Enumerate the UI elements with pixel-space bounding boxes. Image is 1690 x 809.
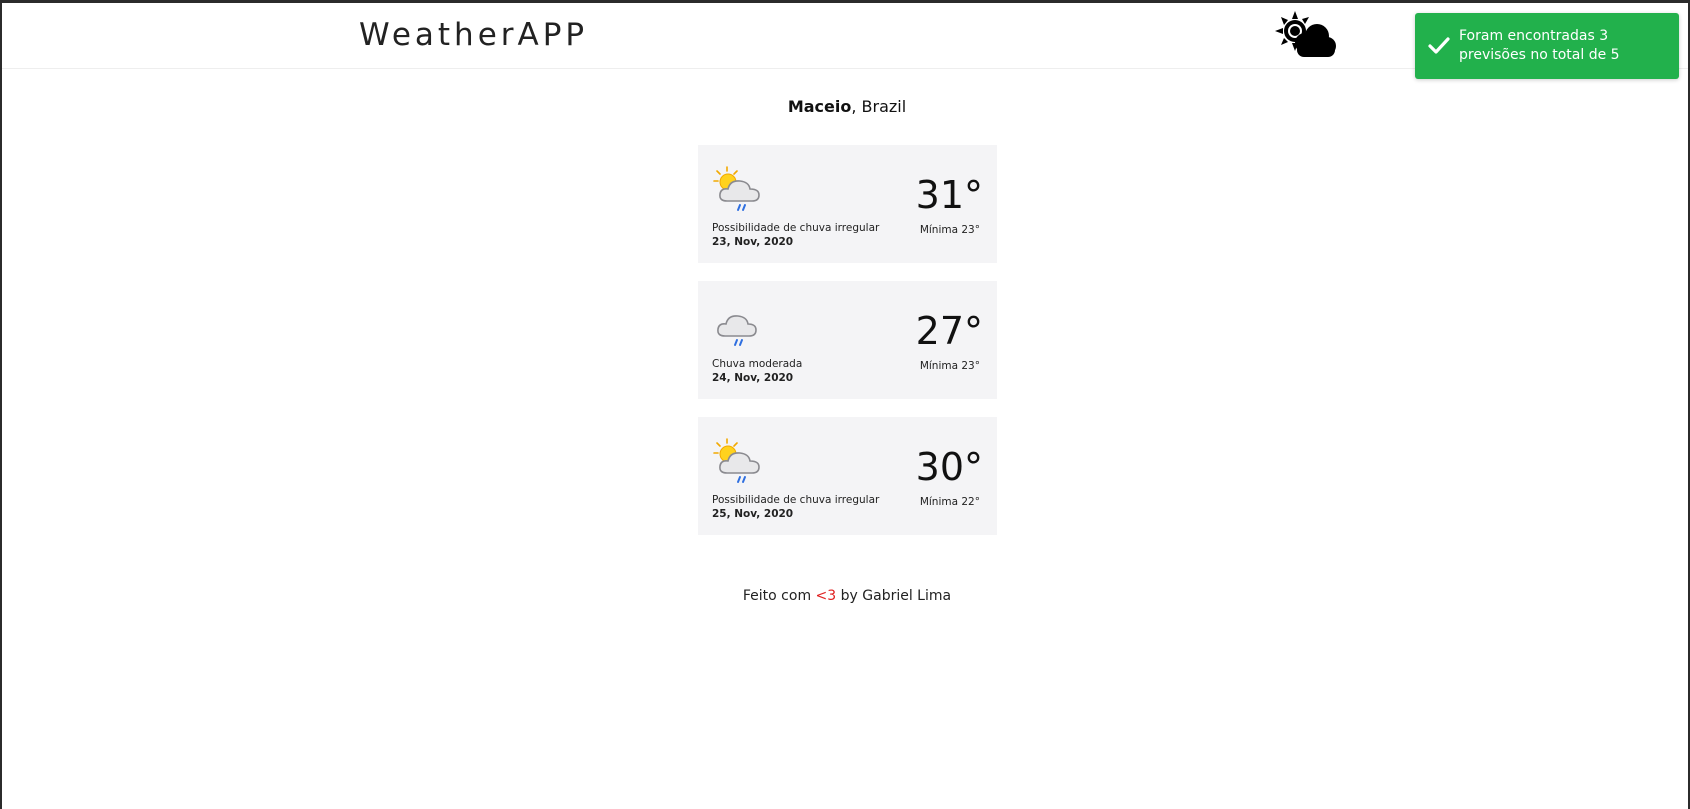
footer: Feito com <3 by Gabriel Lima: [2, 588, 1690, 604]
sun-cloud-rain-icon: [713, 165, 765, 213]
location-city: Maceio: [787, 97, 852, 116]
location-label: Maceio, Brazil: [2, 97, 1690, 116]
forecast-min-temp: Mínima 23°: [919, 360, 980, 372]
footer-prefix: Feito com: [742, 588, 812, 604]
forecast-max-temp: 30°: [915, 445, 983, 489]
location-separator: ,: [851, 97, 857, 116]
forecast-card: Chuva moderada 24, Nov, 2020 27° Mínima …: [698, 281, 997, 399]
forecast-date: 24, Nov, 2020: [712, 372, 794, 384]
brand-title[interactable]: WeatherAPP: [359, 17, 588, 53]
sun-cloud-icon: [1273, 9, 1337, 61]
forecast-date: 25, Nov, 2020: [712, 508, 794, 520]
forecast-date: 23, Nov, 2020: [712, 236, 794, 248]
forecast-description: Possibilidade de chuva irregular: [712, 222, 880, 234]
sun-cloud-rain-icon: [713, 437, 765, 485]
toast-message: Foram encontradas 3 previsões no total d…: [1459, 28, 1620, 63]
forecast-description: Possibilidade de chuva irregular: [712, 494, 880, 506]
forecast-description: Chuva moderada: [712, 358, 803, 370]
forecast-max-temp: 31°: [915, 173, 983, 217]
app-window: WeatherAPP Maceio, Brazil Possibilidade …: [0, 0, 1690, 809]
location-country: Brazil: [861, 97, 907, 116]
forecast-card: Possibilidade de chuva irregular 25, Nov…: [698, 417, 997, 535]
forecast-min-temp: Mínima 22°: [919, 496, 980, 508]
forecast-list: Possibilidade de chuva irregular 23, Nov…: [698, 145, 997, 553]
cloud-rain-icon: [713, 301, 765, 349]
check-icon: [1427, 35, 1451, 55]
footer-author: by Gabriel Lima: [840, 588, 952, 604]
footer-heart: <3: [815, 588, 837, 604]
forecast-card: Possibilidade de chuva irregular 23, Nov…: [698, 145, 997, 263]
forecast-min-temp: Mínima 23°: [919, 224, 980, 236]
success-toast[interactable]: Foram encontradas 3 previsões no total d…: [1415, 13, 1679, 79]
forecast-max-temp: 27°: [915, 309, 983, 353]
